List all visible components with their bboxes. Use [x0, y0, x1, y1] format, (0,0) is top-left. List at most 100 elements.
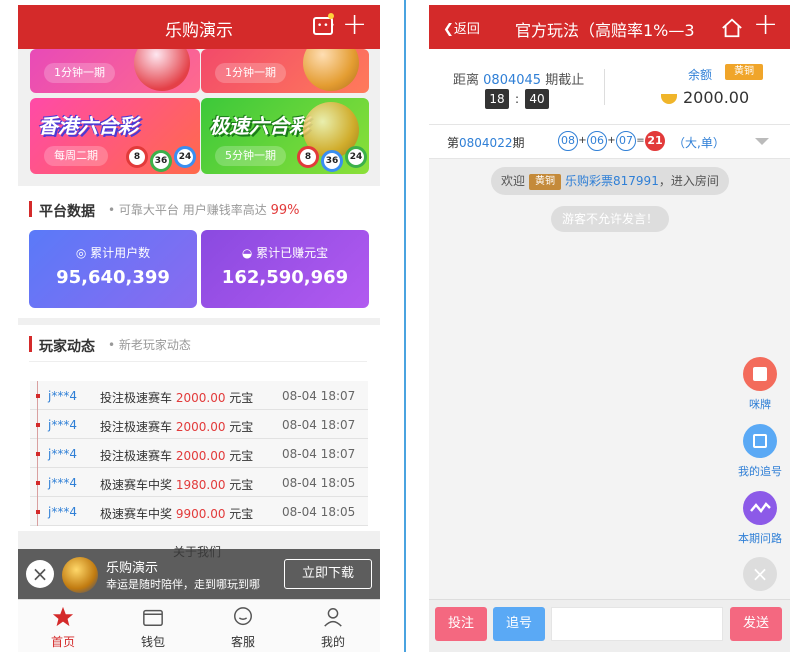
- room-title: 官方玩法（高赔率1%—3: [515, 21, 695, 40]
- lottery-tile[interactable]: 1分钟一期: [201, 49, 369, 93]
- app-name: 乐购演示: [106, 561, 159, 576]
- tab-home[interactable]: 首页: [18, 600, 108, 652]
- last-result[interactable]: 第0804022期 08 +06 +07 = 21 （大,单）: [429, 125, 790, 159]
- countdown-separator: :: [514, 92, 520, 106]
- activity-user: j***4: [48, 389, 77, 403]
- close-icon[interactable]: ×: [26, 560, 54, 588]
- activity-user: j***4: [48, 505, 77, 519]
- download-banner: × 乐购演示 幸运是随时陪伴，走到哪玩到哪 立即下载: [18, 549, 380, 599]
- wallet-icon: [143, 609, 163, 626]
- fab-trend[interactable]: 本期问路: [733, 491, 787, 546]
- activity-user: j***4: [48, 476, 77, 490]
- activity-row: j***4 投注极速赛车 2000.00 元宝 08-04 18:07: [30, 439, 368, 468]
- activity-time: 08-04 18:05: [282, 476, 356, 490]
- lottery-name: 极速六合彩: [209, 114, 309, 138]
- lottery-frequency: 1分钟一期: [44, 63, 115, 83]
- lottery-tile[interactable]: 1分钟一期: [30, 49, 200, 93]
- follow-button[interactable]: 追号: [493, 607, 545, 641]
- platform-data-section: 平台数据 • 可靠大平台 用户赚钱率高达 99% ◎ 累计用户数 95,640,…: [18, 186, 380, 318]
- activity-text: 极速赛车中奖 1980.00 元宝: [100, 478, 254, 492]
- timeline-dot: [36, 394, 40, 398]
- bet-bar: 投注 追号 发送: [429, 599, 790, 652]
- stat-label: ◎ 累计用户数: [75, 246, 151, 260]
- activity-time: 08-04 18:07: [282, 447, 356, 461]
- tab-label: 钱包: [140, 635, 165, 649]
- lottery-tile[interactable]: 香港六合彩 每周二期 8 36 24: [30, 98, 200, 174]
- game-room-screen: ❮返回 官方玩法（高赔率1%—3 + 距离 0804045 期截止 18:40 …: [429, 5, 790, 652]
- vip-badge: 黄铜: [725, 64, 763, 80]
- balance-label: 余额: [688, 68, 713, 82]
- result-period: 第0804022期: [447, 136, 525, 150]
- lottery-frequency: 每周二期: [44, 146, 108, 166]
- panel-divider: [404, 0, 406, 652]
- countdown: 18:40: [485, 88, 549, 109]
- bet-button[interactable]: 投注: [435, 607, 487, 641]
- user-rank-badge: 黄铜: [529, 173, 562, 190]
- section-title: 玩家动态: [29, 336, 95, 355]
- activity-row: j***4 投注极速赛车 2000.00 元宝 08-04 18:07: [30, 381, 368, 410]
- timeline-dot: [36, 481, 40, 485]
- tab-profile[interactable]: 我的: [288, 600, 378, 652]
- fab-label: 咪牌: [749, 398, 771, 411]
- activity-row: j***4 极速赛车中奖 1980.00 元宝 08-04 18:05: [30, 468, 368, 497]
- section-title: 平台数据: [29, 201, 95, 220]
- activity-user: j***4: [48, 447, 77, 461]
- activity-row: j***4 极速赛车中奖 9900.00 元宝 08-04 18:05: [30, 497, 368, 526]
- result-sum: 21: [645, 130, 665, 151]
- room-header: ❮返回 官方玩法（高赔率1%—3 +: [429, 5, 790, 49]
- lottery-ball: 8: [126, 146, 148, 168]
- lottery-frequency: 5分钟一期: [215, 146, 286, 166]
- message-icon[interactable]: •••: [313, 13, 335, 35]
- activity-time: 08-04 18:07: [282, 418, 356, 432]
- activity-time: 08-04 18:05: [282, 505, 356, 519]
- download-button[interactable]: 立即下载: [284, 559, 372, 589]
- welcome-message: 欢迎 黄铜 乐购彩票817991，进入房间: [491, 167, 729, 195]
- send-button[interactable]: 发送: [730, 607, 782, 641]
- add-icon[interactable]: +: [342, 10, 367, 40]
- fab-label: 本期问路: [738, 532, 782, 545]
- add-icon[interactable]: +: [753, 10, 778, 40]
- app-header: 乐购演示 ••• +: [18, 5, 380, 49]
- list-icon: [743, 424, 777, 458]
- chat-input[interactable]: [551, 607, 723, 641]
- fab-label: 我的追号: [738, 465, 782, 478]
- activity-text: 投注极速赛车 2000.00 元宝: [100, 420, 254, 434]
- star-icon: [52, 606, 74, 627]
- result-ball: 07: [616, 130, 636, 151]
- countdown-minutes: 18: [485, 89, 509, 109]
- fab-card-reveal[interactable]: 咪牌: [733, 357, 787, 412]
- result-ball: 06: [587, 130, 607, 151]
- ingot-icon: [661, 93, 677, 104]
- player-activity-section: 玩家动态 • 新老玩家动态 j***4 投注极速赛车 2000.00 元宝 08-0…: [18, 325, 380, 531]
- lottery-ball: 24: [345, 146, 367, 168]
- back-button[interactable]: ❮返回: [443, 18, 480, 37]
- tab-wallet[interactable]: 钱包: [108, 600, 198, 652]
- lottery-frequency: 1分钟一期: [215, 63, 286, 83]
- chevron-left-icon: ❮: [443, 22, 454, 37]
- chat-icon: [234, 607, 252, 626]
- activity-list: j***4 投注极速赛车 2000.00 元宝 08-04 18:07 j***4 投注…: [30, 381, 368, 526]
- lottery-name: 香港六合彩: [38, 114, 138, 138]
- total-users-card: ◎ 累计用户数 95,640,399: [29, 230, 197, 308]
- guest-notice: 游客不允许发言！: [551, 206, 670, 232]
- deadline-text: 距离 0804045 期截止: [453, 73, 585, 88]
- activity-time: 08-04 18:07: [282, 389, 356, 403]
- result-balls: 08 +06 +07 = 21: [558, 130, 665, 151]
- section-subtitle: • 可靠大平台 用户赚钱率高达 99%: [108, 203, 300, 218]
- trend-icon: [743, 491, 777, 525]
- timeline-dot: [36, 510, 40, 514]
- activity-text: 投注极速赛车 2000.00 元宝: [100, 391, 254, 405]
- fab-close[interactable]: ×: [733, 557, 787, 591]
- lottery-tile[interactable]: 极速六合彩 5分钟一期 8 36 24: [201, 98, 369, 174]
- home-icon[interactable]: [721, 17, 743, 39]
- dice-icon: [134, 49, 190, 91]
- lottery-ball: 8: [297, 146, 319, 168]
- activity-text: 极速赛车中奖 9900.00 元宝: [100, 507, 254, 521]
- chevron-down-icon[interactable]: [755, 138, 769, 145]
- card-icon: [743, 357, 777, 391]
- tab-service[interactable]: 客服: [198, 600, 288, 652]
- fab-my-follow[interactable]: 我的追号: [733, 424, 787, 479]
- cube-icon: [303, 49, 359, 91]
- app-logo: [62, 557, 98, 593]
- stat-value: 162,590,969: [221, 267, 349, 288]
